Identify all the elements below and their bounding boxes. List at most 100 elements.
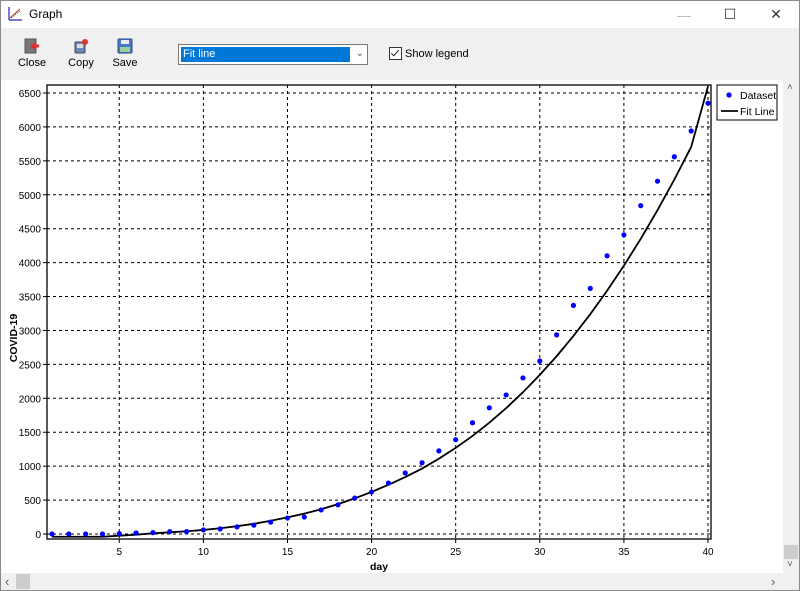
checkbox-checked-icon[interactable] bbox=[389, 47, 402, 60]
legend-dataset-marker bbox=[726, 92, 732, 98]
show-legend-label: Show legend bbox=[405, 47, 469, 60]
x-tick-label: 30 bbox=[534, 547, 546, 558]
data-point bbox=[133, 530, 139, 536]
data-point bbox=[99, 531, 106, 537]
data-point bbox=[453, 437, 459, 443]
data-point bbox=[167, 529, 173, 535]
y-tick-label: 4500 bbox=[19, 225, 42, 236]
legend-dataset-label: Dataset bbox=[740, 90, 776, 102]
data-point bbox=[66, 531, 72, 537]
plot-type-dropdown[interactable]: Fit line ⌄ bbox=[178, 44, 368, 65]
x-tick-label: 15 bbox=[282, 547, 294, 558]
scroll-down-icon[interactable]: ˅ bbox=[787, 559, 793, 570]
minimize-icon: — bbox=[677, 6, 691, 23]
y-tick-label: 500 bbox=[24, 496, 41, 507]
copy-icon bbox=[74, 39, 88, 54]
data-point bbox=[570, 302, 577, 308]
data-point bbox=[385, 480, 392, 486]
data-point bbox=[537, 358, 543, 364]
show-legend-checkbox[interactable]: Show legend bbox=[389, 47, 469, 60]
dropdown-selected-value: Fit line bbox=[181, 47, 350, 62]
y-tick-label: 2500 bbox=[19, 360, 42, 371]
data-point bbox=[503, 392, 509, 398]
data-point bbox=[621, 232, 627, 238]
data-point bbox=[217, 526, 223, 532]
x-tick-label: 25 bbox=[450, 547, 462, 558]
data-point bbox=[419, 460, 425, 466]
y-tick-label: 1500 bbox=[19, 428, 42, 439]
fit-line bbox=[52, 85, 709, 538]
x-tick-label: 5 bbox=[117, 547, 123, 558]
horizontal-scroll-thumb[interactable] bbox=[16, 574, 30, 589]
vertical-scroll-thumb[interactable] bbox=[784, 545, 798, 559]
vertical-scrollbar[interactable]: ˄ ˅ bbox=[783, 80, 799, 573]
data-point bbox=[352, 495, 358, 501]
data-point bbox=[284, 515, 291, 521]
x-tick-label: 40 bbox=[702, 547, 714, 558]
legend-fitline-label: Fit Line bbox=[740, 106, 775, 118]
y-tick-label: 1000 bbox=[19, 462, 42, 473]
window-title: Graph bbox=[29, 7, 63, 21]
scroll-right-icon[interactable]: › bbox=[771, 574, 775, 589]
data-point bbox=[368, 489, 375, 495]
data-point bbox=[268, 519, 274, 525]
data-point bbox=[486, 405, 492, 411]
data-point bbox=[402, 470, 408, 476]
x-tick-label: 35 bbox=[618, 547, 630, 558]
data-point bbox=[587, 285, 593, 291]
close-window-button[interactable]: ✕ bbox=[753, 1, 799, 28]
maximize-icon: ☐ bbox=[723, 6, 737, 22]
title-bar: Graph — ☐ ✕ bbox=[1, 1, 799, 28]
exit-icon bbox=[24, 38, 39, 54]
chevron-down-icon: ⌄ bbox=[355, 48, 364, 59]
horizontal-scrollbar[interactable]: ‹ › bbox=[1, 573, 783, 590]
data-point bbox=[638, 203, 644, 209]
data-point bbox=[671, 154, 677, 160]
close-icon: ✕ bbox=[770, 6, 782, 22]
data-point bbox=[705, 100, 711, 106]
scrollbar-corner bbox=[783, 573, 799, 590]
y-tick-label: 2000 bbox=[19, 394, 42, 405]
data-point bbox=[335, 502, 341, 508]
x-tick-label: 20 bbox=[366, 547, 378, 558]
data-point bbox=[301, 514, 307, 520]
y-tick-label: 6000 bbox=[19, 123, 42, 134]
data-point bbox=[654, 178, 661, 184]
maximize-button[interactable]: ☐ bbox=[707, 1, 753, 28]
data-point bbox=[150, 530, 156, 536]
data-point bbox=[49, 531, 55, 537]
data-point bbox=[604, 253, 610, 259]
data-point bbox=[688, 128, 694, 134]
x-tick-label: 10 bbox=[198, 547, 210, 558]
copy-label: Copy bbox=[68, 57, 94, 69]
y-tick-label: 4000 bbox=[19, 259, 42, 270]
y-tick-label: 5500 bbox=[19, 157, 42, 168]
save-button[interactable]: Save bbox=[103, 36, 147, 76]
data-point bbox=[436, 448, 442, 454]
plot-frame bbox=[46, 84, 712, 540]
x-axis-label: day bbox=[370, 561, 388, 573]
data-point bbox=[200, 527, 206, 533]
data-point bbox=[234, 524, 240, 530]
data-point bbox=[469, 420, 476, 426]
copy-button[interactable]: Copy bbox=[59, 36, 103, 76]
close-button[interactable]: Close bbox=[10, 36, 54, 76]
data-point bbox=[183, 529, 190, 535]
y-tick-label: 3000 bbox=[19, 326, 42, 337]
data-point bbox=[520, 375, 526, 381]
scroll-left-icon[interactable]: ‹ bbox=[5, 574, 9, 589]
graph-window: Graph — ☐ ✕ Close Copy Save Fit line ⌄ S… bbox=[0, 0, 800, 591]
y-tick-label: 6500 bbox=[19, 89, 42, 100]
save-icon bbox=[117, 38, 133, 54]
data-point bbox=[83, 531, 89, 537]
y-tick-label: 0 bbox=[35, 530, 41, 541]
data-point bbox=[251, 522, 257, 528]
scroll-up-icon[interactable]: ˄ bbox=[787, 82, 793, 93]
data-point bbox=[554, 332, 560, 338]
chart: 0 500 1000 1500 2000 2500 3000 3500 4000 4500 5000… bbox=[8, 84, 778, 573]
y-tick-label: 5000 bbox=[19, 191, 42, 202]
data-point bbox=[116, 531, 122, 537]
chart-icon bbox=[8, 7, 22, 21]
save-label: Save bbox=[112, 57, 138, 69]
minimize-button[interactable]: — bbox=[661, 1, 707, 28]
